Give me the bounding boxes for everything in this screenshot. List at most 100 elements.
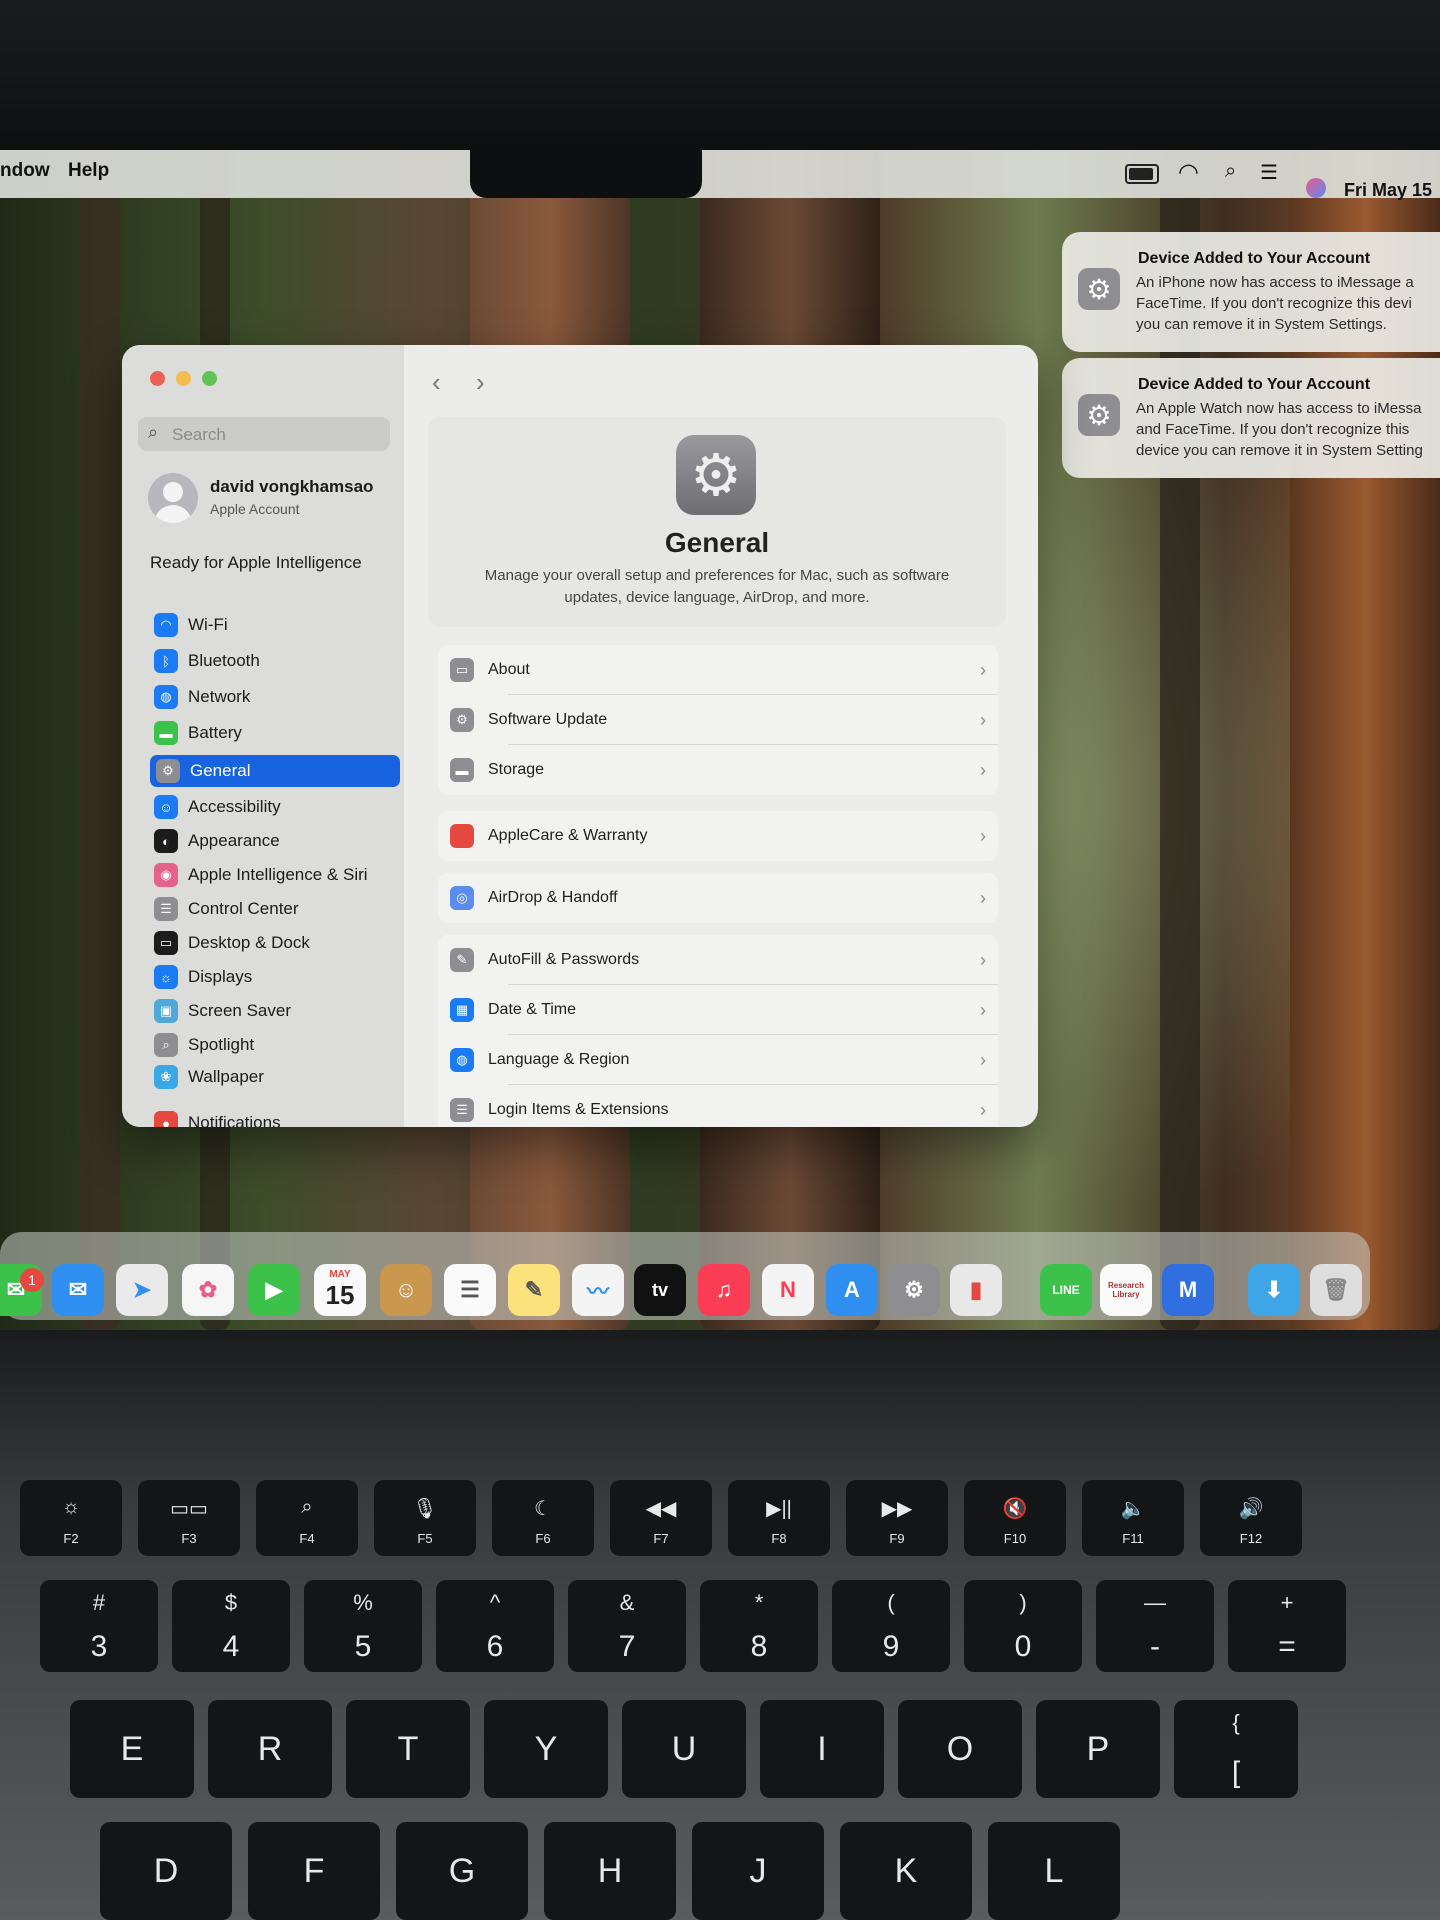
trash-icon[interactable]: 🗑 xyxy=(1310,1264,1362,1316)
freeform-icon[interactable]: 〰 xyxy=(572,1264,624,1316)
settings-row-autofill-passwords[interactable]: ✎ AutoFill & Passwords › xyxy=(438,935,998,985)
settings-row-airdrop-handoff[interactable]: ◎ AirDrop & Handoff › xyxy=(438,873,998,923)
settings-row-login-items-extensions[interactable]: ☰ Login Items & Extensions › xyxy=(438,1085,998,1127)
settings-row-language-region[interactable]: ◍ Language & Region › xyxy=(438,1035,998,1085)
key-f10[interactable]: 🔇 F10 xyxy=(964,1480,1066,1556)
menu-clock[interactable]: Fri May 15 xyxy=(1344,180,1432,201)
close-button[interactable] xyxy=(150,371,165,386)
sidebar-item-desktop-dock[interactable]: ▭ Desktop & Dock xyxy=(154,927,398,959)
key-j[interactable]: J xyxy=(692,1822,824,1920)
key-f9[interactable]: ▶▶ F9 xyxy=(846,1480,948,1556)
key-t[interactable]: T xyxy=(346,1700,470,1798)
key-y[interactable]: Y xyxy=(484,1700,608,1798)
key-f7[interactable]: ◀◀ F7 xyxy=(610,1480,712,1556)
line-icon[interactable]: LINE xyxy=(1040,1264,1092,1316)
key-o[interactable]: O xyxy=(898,1700,1022,1798)
key-f12[interactable]: 🔊 F12 xyxy=(1200,1480,1302,1556)
intelligence-banner[interactable]: Ready for Apple Intelligence xyxy=(150,553,362,573)
key-h[interactable]: H xyxy=(544,1822,676,1920)
key-bracket[interactable]: {[ xyxy=(1174,1700,1298,1798)
siri-icon[interactable] xyxy=(1306,178,1326,198)
menu-window[interactable]: ndow xyxy=(0,160,50,182)
search-icon[interactable]: ⌕ xyxy=(1225,160,1236,183)
sidebar-item-accessibility[interactable]: ☺ Accessibility xyxy=(154,791,398,823)
key-6[interactable]: ^ 6 xyxy=(436,1580,554,1672)
reminders-icon[interactable]: ☰ xyxy=(444,1264,496,1316)
key-r[interactable]: R xyxy=(208,1700,332,1798)
key-f5[interactable]: 🎙 F5 xyxy=(374,1480,476,1556)
sidebar-item-battery[interactable]: ▬ Battery xyxy=(154,717,398,749)
sidebar-item-wallpaper[interactable]: ❀ Wallpaper xyxy=(154,1061,398,1093)
back-chevron-icon[interactable]: ‹ xyxy=(432,367,441,398)
key-3[interactable]: #3 xyxy=(40,1580,158,1672)
key-7[interactable]: & 7 xyxy=(568,1580,686,1672)
messenger-icon[interactable]: M xyxy=(1162,1264,1214,1316)
key-g[interactable]: G xyxy=(396,1822,528,1920)
notification-device-added-2[interactable]: ⚙ Device Added to Your Account An Apple … xyxy=(1062,358,1440,478)
key--[interactable]: — - xyxy=(1096,1580,1214,1672)
news-icon[interactable]: N xyxy=(762,1264,814,1316)
app-store-icon[interactable]: A xyxy=(826,1264,878,1316)
maps-icon[interactable]: ➤ xyxy=(116,1264,168,1316)
key-p[interactable]: P xyxy=(1036,1700,1160,1798)
photos-icon[interactable]: ✿ xyxy=(182,1264,234,1316)
contacts-icon[interactable]: ☺ xyxy=(380,1264,432,1316)
sidebar-item-spotlight[interactable]: ⌕ Spotlight xyxy=(154,1029,398,1061)
sidebar-item-general[interactable]: ⚙ General xyxy=(150,755,400,787)
research-library-icon[interactable]: Research Library xyxy=(1100,1264,1152,1316)
key-f8[interactable]: ▶|| F8 xyxy=(728,1480,830,1556)
key-5[interactable]: % 5 xyxy=(304,1580,422,1672)
avatar[interactable] xyxy=(148,473,198,523)
key-f11[interactable]: 🔈 F11 xyxy=(1082,1480,1184,1556)
wifi-icon[interactable]: ◠ xyxy=(1178,158,1199,187)
key-e[interactable]: E xyxy=(70,1700,194,1798)
zoom-button[interactable] xyxy=(202,371,217,386)
iphone-mirroring-icon[interactable]: ▮ xyxy=(950,1264,1002,1316)
key-d[interactable]: D xyxy=(100,1822,232,1920)
mail-icon[interactable]: ✉ xyxy=(52,1264,104,1316)
sidebar-item-screen-saver[interactable]: ▣ Screen Saver xyxy=(154,995,398,1027)
sidebar-item-control-center[interactable]: ☰ Control Center xyxy=(154,893,398,925)
account-name[interactable]: david vongkhamsao xyxy=(210,477,373,497)
sidebar-item-displays[interactable]: ☼ Displays xyxy=(154,961,398,993)
music-icon[interactable]: ♫ xyxy=(698,1264,750,1316)
settings-row-applecare-warranty[interactable]: AppleCare & Warranty › xyxy=(438,811,998,861)
settings-row-about[interactable]: ▭ About › xyxy=(438,645,998,695)
key-8[interactable]: * 8 xyxy=(700,1580,818,1672)
forward-chevron-icon[interactable]: › xyxy=(476,367,485,398)
key-=[interactable]: + = xyxy=(1228,1580,1346,1672)
sidebar-item-notifications[interactable]: ● Notifications xyxy=(154,1107,398,1127)
key-9[interactable]: (9 xyxy=(832,1580,950,1672)
minimize-button[interactable] xyxy=(176,371,191,386)
key-u[interactable]: U xyxy=(622,1700,746,1798)
sidebar-item-appearance[interactable]: ◐ Appearance xyxy=(154,825,398,857)
sidebar-search[interactable]: ⌕ Search xyxy=(138,417,390,451)
sidebar-item-bluetooth[interactable]: ᛒ Bluetooth xyxy=(154,645,398,677)
facetime-icon[interactable]: ▶ xyxy=(248,1264,300,1316)
calendar-icon[interactable]: MAY 15 xyxy=(314,1264,366,1316)
key-f[interactable]: F xyxy=(248,1822,380,1920)
key-f4[interactable]: ⌕ F4 xyxy=(256,1480,358,1556)
sidebar-item-apple-intelligence-siri[interactable]: ◉ Apple Intelligence & Siri xyxy=(154,859,398,891)
notification-device-added-1[interactable]: ⚙ Device Added to Your Account An iPhone… xyxy=(1062,232,1440,352)
battery-icon[interactable] xyxy=(1125,164,1159,184)
key-f2[interactable]: ☼ F2 xyxy=(20,1480,122,1556)
settings-row-storage[interactable]: ▬ Storage › xyxy=(438,745,998,795)
control-center-icon[interactable]: ☰ xyxy=(1260,160,1278,185)
apple-tv-icon[interactable]: tv xyxy=(634,1264,686,1316)
sidebar-item-wi-fi[interactable]: ◠ Wi-Fi xyxy=(154,609,398,641)
menu-help[interactable]: Help xyxy=(68,160,109,182)
system-settings-icon[interactable]: ⚙ xyxy=(888,1264,940,1316)
key-0[interactable]: ) 0 xyxy=(964,1580,1082,1672)
settings-row-software-update[interactable]: ⚙ Software Update › xyxy=(438,695,998,745)
notes-icon[interactable]: ✎ xyxy=(508,1264,560,1316)
key-k[interactable]: K xyxy=(840,1822,972,1920)
downloads-folder-icon[interactable]: ⬇ xyxy=(1248,1264,1300,1316)
sidebar-item-network[interactable]: ◍ Network xyxy=(154,681,398,713)
key-i[interactable]: I xyxy=(760,1700,884,1798)
key-l[interactable]: L xyxy=(988,1822,1120,1920)
key-f6[interactable]: ☾ F6 xyxy=(492,1480,594,1556)
key-f3[interactable]: ▭▭ F3 xyxy=(138,1480,240,1556)
key-4[interactable]: $4 xyxy=(172,1580,290,1672)
settings-row-date-time[interactable]: ▦ Date & Time › xyxy=(438,985,998,1035)
